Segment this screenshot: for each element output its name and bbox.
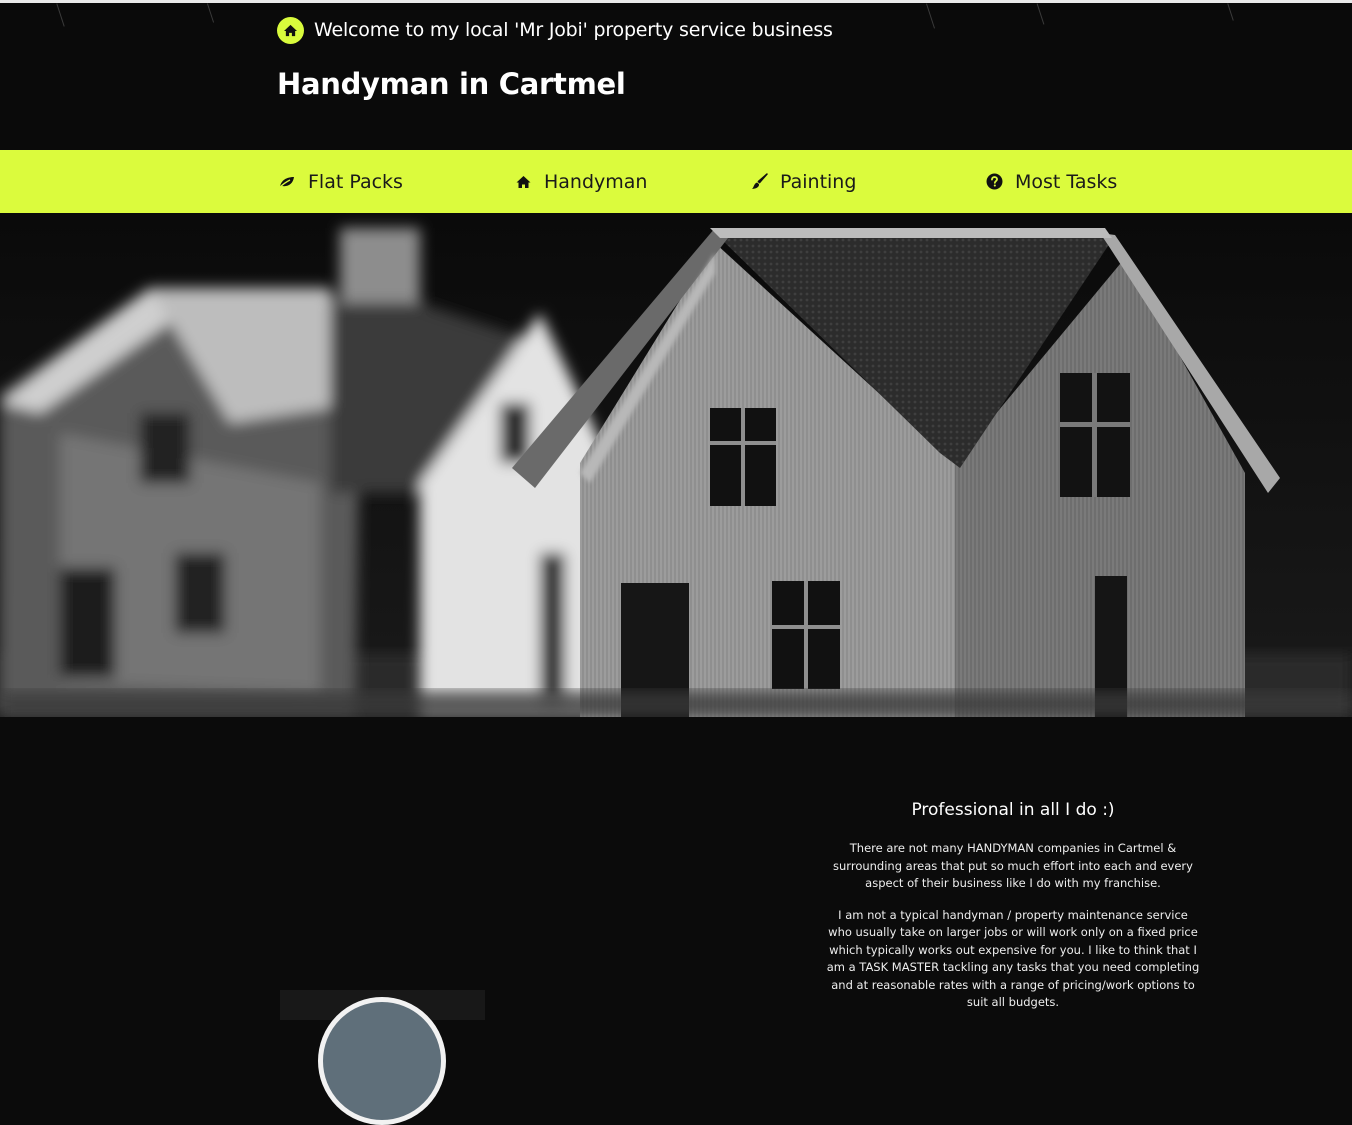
welcome-banner: Welcome to my local 'Mr Jobi' property s…	[277, 15, 833, 45]
decorative-streak	[206, 3, 215, 23]
welcome-text: Welcome to my local 'Mr Jobi' property s…	[314, 19, 833, 41]
paintbrush-icon	[751, 173, 768, 190]
page-title: Handyman in Cartmel	[277, 67, 626, 101]
nav-item-label: Most Tasks	[1015, 170, 1118, 193]
nav-item-handyman[interactable]: Handyman	[515, 150, 647, 213]
about-heading: Professional in all I do :)	[911, 800, 1115, 820]
profile-photo	[318, 997, 446, 1125]
nav-item-most-tasks[interactable]: Most Tasks	[986, 150, 1117, 213]
about-paragraph: I am not a typical handyman / property m…	[826, 907, 1200, 1010]
nav-item-flat-packs[interactable]: Flat Packs	[278, 150, 403, 213]
about-text-block: Professional in all I do :) There are no…	[826, 800, 1200, 1026]
main-navigation: Flat Packs Handyman Painting Most Tasks	[0, 150, 1352, 213]
decorative-streak	[926, 3, 935, 29]
hero-image	[0, 213, 1352, 717]
about-paragraph: There are not many HANDYMAN companies in…	[833, 841, 1193, 890]
leaf-icon	[278, 175, 296, 189]
decorative-streak	[1036, 3, 1045, 25]
home-icon	[277, 16, 304, 44]
decorative-streak	[56, 3, 65, 27]
home-icon	[515, 175, 532, 189]
nav-item-label: Handyman	[544, 170, 648, 193]
decorative-streak	[1227, 3, 1234, 21]
nav-item-painting[interactable]: Painting	[751, 150, 856, 213]
site-header: Welcome to my local 'Mr Jobi' property s…	[0, 3, 1352, 150]
model-houses-illustration	[0, 213, 1352, 717]
question-circle-icon	[986, 173, 1003, 190]
about-section: Professional in all I do :) There are no…	[0, 717, 1352, 1125]
nav-item-label: Painting	[780, 170, 857, 193]
nav-item-label: Flat Packs	[308, 170, 403, 193]
